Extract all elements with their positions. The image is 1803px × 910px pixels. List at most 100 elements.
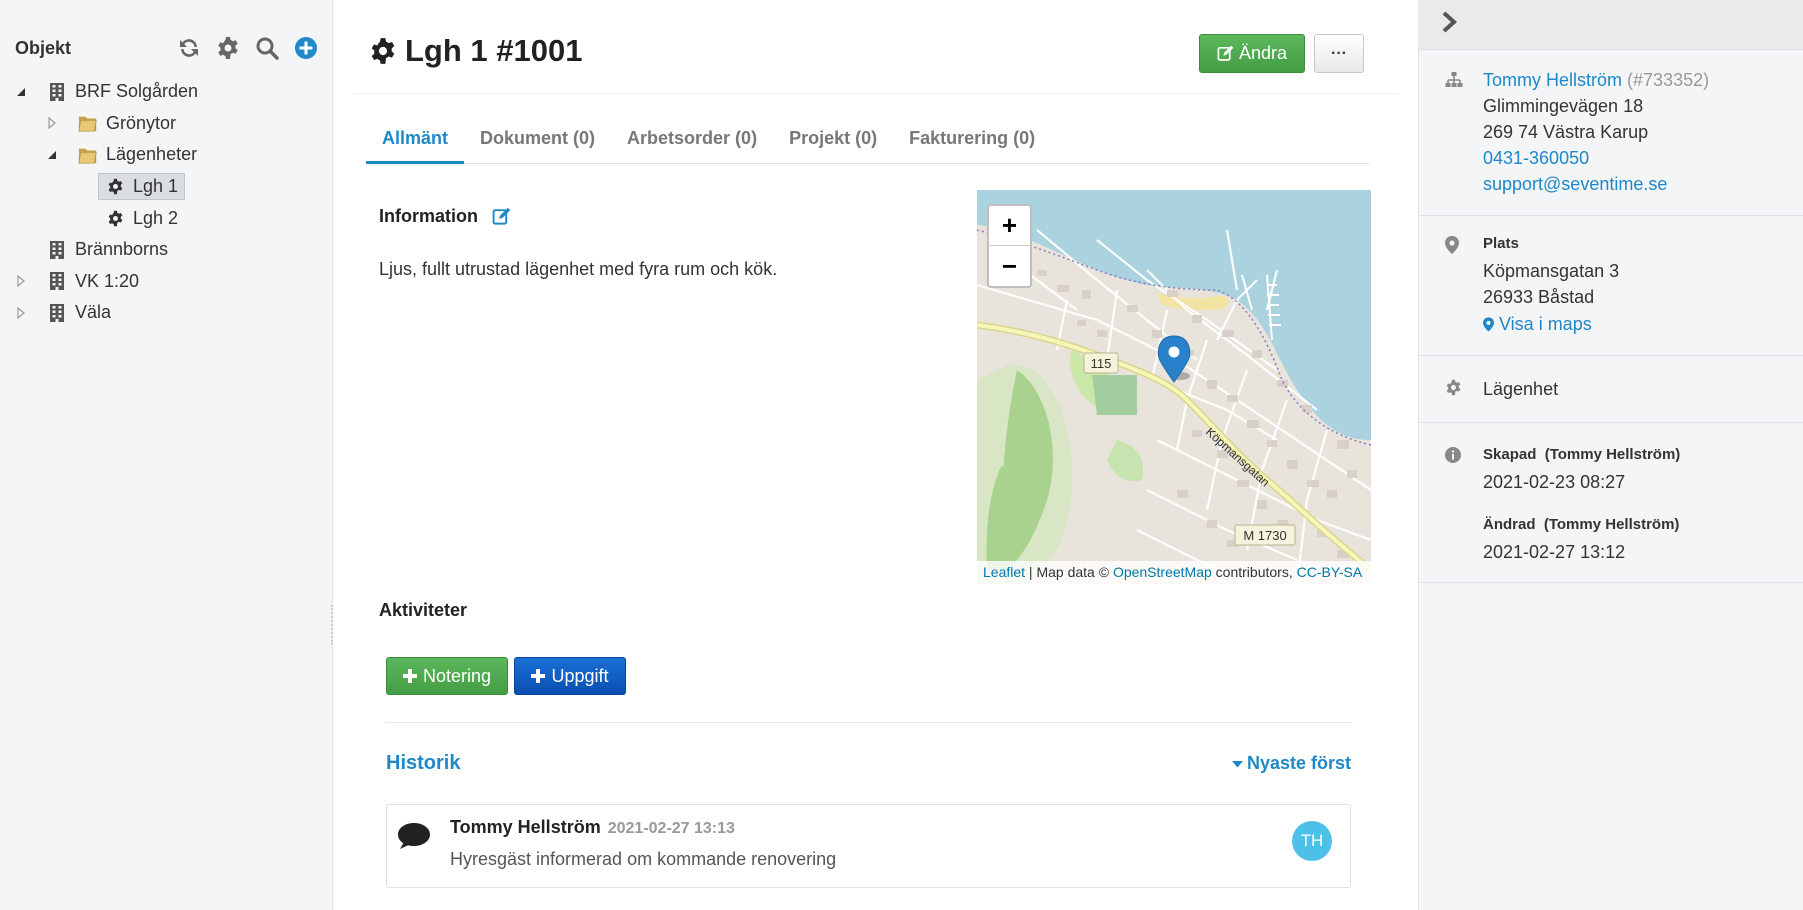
settings-gear-icon[interactable] [215, 36, 240, 61]
history-author[interactable]: Tommy Hellström [450, 817, 601, 837]
openstreetmap-link[interactable]: OpenStreetMap [1113, 564, 1212, 580]
app: Objekt BRF Solgården Grönytor Lägenheter Lg… [0, 0, 1803, 910]
sort-toggle[interactable]: Nyaste först [1231, 753, 1351, 774]
tree-node[interactable]: Lgh 1 [0, 171, 332, 203]
tree-node[interactable]: VK 1:20 [0, 266, 332, 298]
tab-allmant[interactable]: Allmänt [366, 118, 465, 164]
caret-down-icon [1231, 760, 1243, 768]
attribution-contributors: contributors, [1211, 564, 1297, 580]
chevron-right-icon [1441, 11, 1457, 38]
edit-button[interactable]: Ändra [1199, 34, 1305, 73]
tree-node[interactable]: Brännborns [0, 234, 332, 266]
show-in-maps-label: Visa i maps [1499, 314, 1592, 334]
collapse-toggle-icon[interactable] [14, 85, 28, 99]
tab-bar: Allmänt Dokument (0) Arbetsorder (0) Pro… [366, 118, 1369, 164]
divider [386, 722, 1351, 723]
main-content: Lgh 1 #1001 Ändra ··· Allmänt Dokument (… [333, 0, 1418, 910]
add-note-label: Notering [422, 665, 492, 686]
building-icon [47, 303, 67, 323]
tree-node-content[interactable]: VK 1:20 [40, 268, 146, 295]
information-heading: Information [379, 206, 511, 227]
gear-icon [1445, 379, 1462, 401]
tree-node-label: Grönytor [106, 112, 177, 133]
building-icon [47, 82, 67, 102]
svg-text:M 1730: M 1730 [1243, 528, 1286, 543]
tree-node-label: Väla [75, 302, 112, 323]
tab-dokument[interactable]: Dokument (0) [464, 118, 611, 164]
tree-node[interactable]: Lägenheter [0, 139, 332, 171]
tree-node-content[interactable]: Grönytor [71, 110, 183, 137]
tree-node-label: Lägenheter [106, 144, 198, 165]
expand-toggle-icon[interactable] [14, 306, 28, 320]
location-map[interactable]: 115 Köpmansgatan M 1730 + − Leaflet | Ma… [977, 190, 1371, 584]
tree-node[interactable]: Grönytor [0, 108, 332, 140]
owner-section: Tommy Hellström (#733352) Glimmingevägen… [1419, 50, 1803, 216]
license-link[interactable]: CC-BY-SA [1297, 564, 1363, 580]
folder-icon [78, 145, 98, 165]
add-note-button[interactable]: Notering [386, 657, 508, 695]
owner-email-link[interactable]: support@seventime.se [1483, 171, 1803, 197]
gear-icon [105, 177, 125, 197]
place-address-line2: 26933 Båstad [1483, 287, 1595, 307]
road-label-115: 115 [1083, 352, 1119, 374]
tree-node-content[interactable]: Lgh 1 [98, 173, 186, 201]
collapse-toggle-icon[interactable] [45, 148, 59, 162]
road-label-m1730: M 1730 [1234, 524, 1296, 546]
details-panel: Tommy Hellström (#733352) Glimmingevägen… [1418, 0, 1803, 910]
changed-date: 2021-02-27 13:12 [1483, 542, 1626, 562]
leaflet-link[interactable]: Leaflet [983, 564, 1025, 580]
tab-arbetsorder[interactable]: Arbetsorder (0) [611, 118, 773, 164]
owner-address-line2: 269 74 Västra Karup [1483, 122, 1649, 142]
owner-name-link[interactable]: Tommy Hellström [1483, 70, 1622, 90]
created-label-text: Skapad [1483, 446, 1537, 463]
expand-toggle-icon[interactable] [14, 274, 28, 288]
map-pin-icon [1445, 236, 1459, 259]
add-task-label: Uppgift [551, 665, 609, 686]
owner-id: (#733352) [1627, 70, 1710, 90]
place-section: Plats Köpmansgatan 3 26933 Båstad Visa i… [1419, 216, 1803, 356]
show-in-maps-link[interactable]: Visa i maps [1483, 311, 1803, 337]
add-task-button[interactable]: Uppgift [514, 657, 626, 695]
refresh-icon[interactable] [176, 36, 201, 61]
tree-node-content[interactable]: Brännborns [40, 236, 175, 263]
more-icon: ··· [1331, 44, 1347, 62]
tree-node-content[interactable]: Väla [40, 299, 118, 326]
tree-node-content[interactable]: Lägenheter [71, 141, 204, 168]
map-tiles: 115 Köpmansgatan M 1730 [977, 190, 1371, 584]
owner-phone-link[interactable]: 0431-360050 [1483, 145, 1803, 171]
edit-information-icon[interactable] [492, 207, 511, 226]
expand-toggle-icon[interactable] [45, 116, 59, 130]
zoom-in-button[interactable]: + [989, 206, 1030, 246]
zoom-out-button[interactable]: − [989, 246, 1030, 286]
collapse-panel-button[interactable] [1419, 0, 1803, 50]
tree-node-content[interactable]: BRF Solgården [40, 78, 205, 105]
sidebar-title: Objekt [15, 37, 72, 58]
tab-projekt[interactable]: Projekt (0) [773, 118, 893, 164]
plus-icon [531, 669, 546, 683]
page-title: Lgh 1 #1001 [369, 33, 582, 69]
tab-fakturering[interactable]: Fakturering (0) [893, 118, 1051, 164]
place-label: Plats [1483, 235, 1519, 252]
gear-icon [369, 37, 397, 65]
owner-address-line1: Glimmingevägen 18 [1483, 96, 1644, 116]
changed-label-text: Ändrad [1483, 516, 1536, 533]
information-title: Information [379, 206, 478, 226]
search-icon[interactable] [254, 36, 279, 61]
information-text: Ljus, fullt utrustad lägenhet med fyra r… [379, 259, 778, 279]
tree-node-label: Lgh 2 [133, 207, 179, 228]
tree-node[interactable]: Väla [0, 297, 332, 329]
activities-heading: Aktiviteter [379, 600, 468, 620]
more-actions-button[interactable]: ··· [1314, 34, 1364, 73]
history-time: 2021-02-27 13:13 [607, 820, 735, 837]
tree-node[interactable]: BRF Solgården [0, 76, 332, 108]
audit-section: Skapad (Tommy Hellström) 2021-02-23 08:2… [1419, 423, 1803, 583]
plus-icon [402, 669, 417, 683]
tree-node[interactable]: Lgh 2 [0, 202, 332, 234]
sidebar-header: Objekt [0, 0, 332, 62]
tree-node-label: BRF Solgården [75, 81, 199, 102]
tree-node-content[interactable]: Lgh 2 [98, 205, 185, 232]
org-chart-icon [1445, 71, 1463, 94]
add-circle-icon[interactable] [293, 36, 318, 61]
tree-node-label: Brännborns [75, 239, 169, 260]
